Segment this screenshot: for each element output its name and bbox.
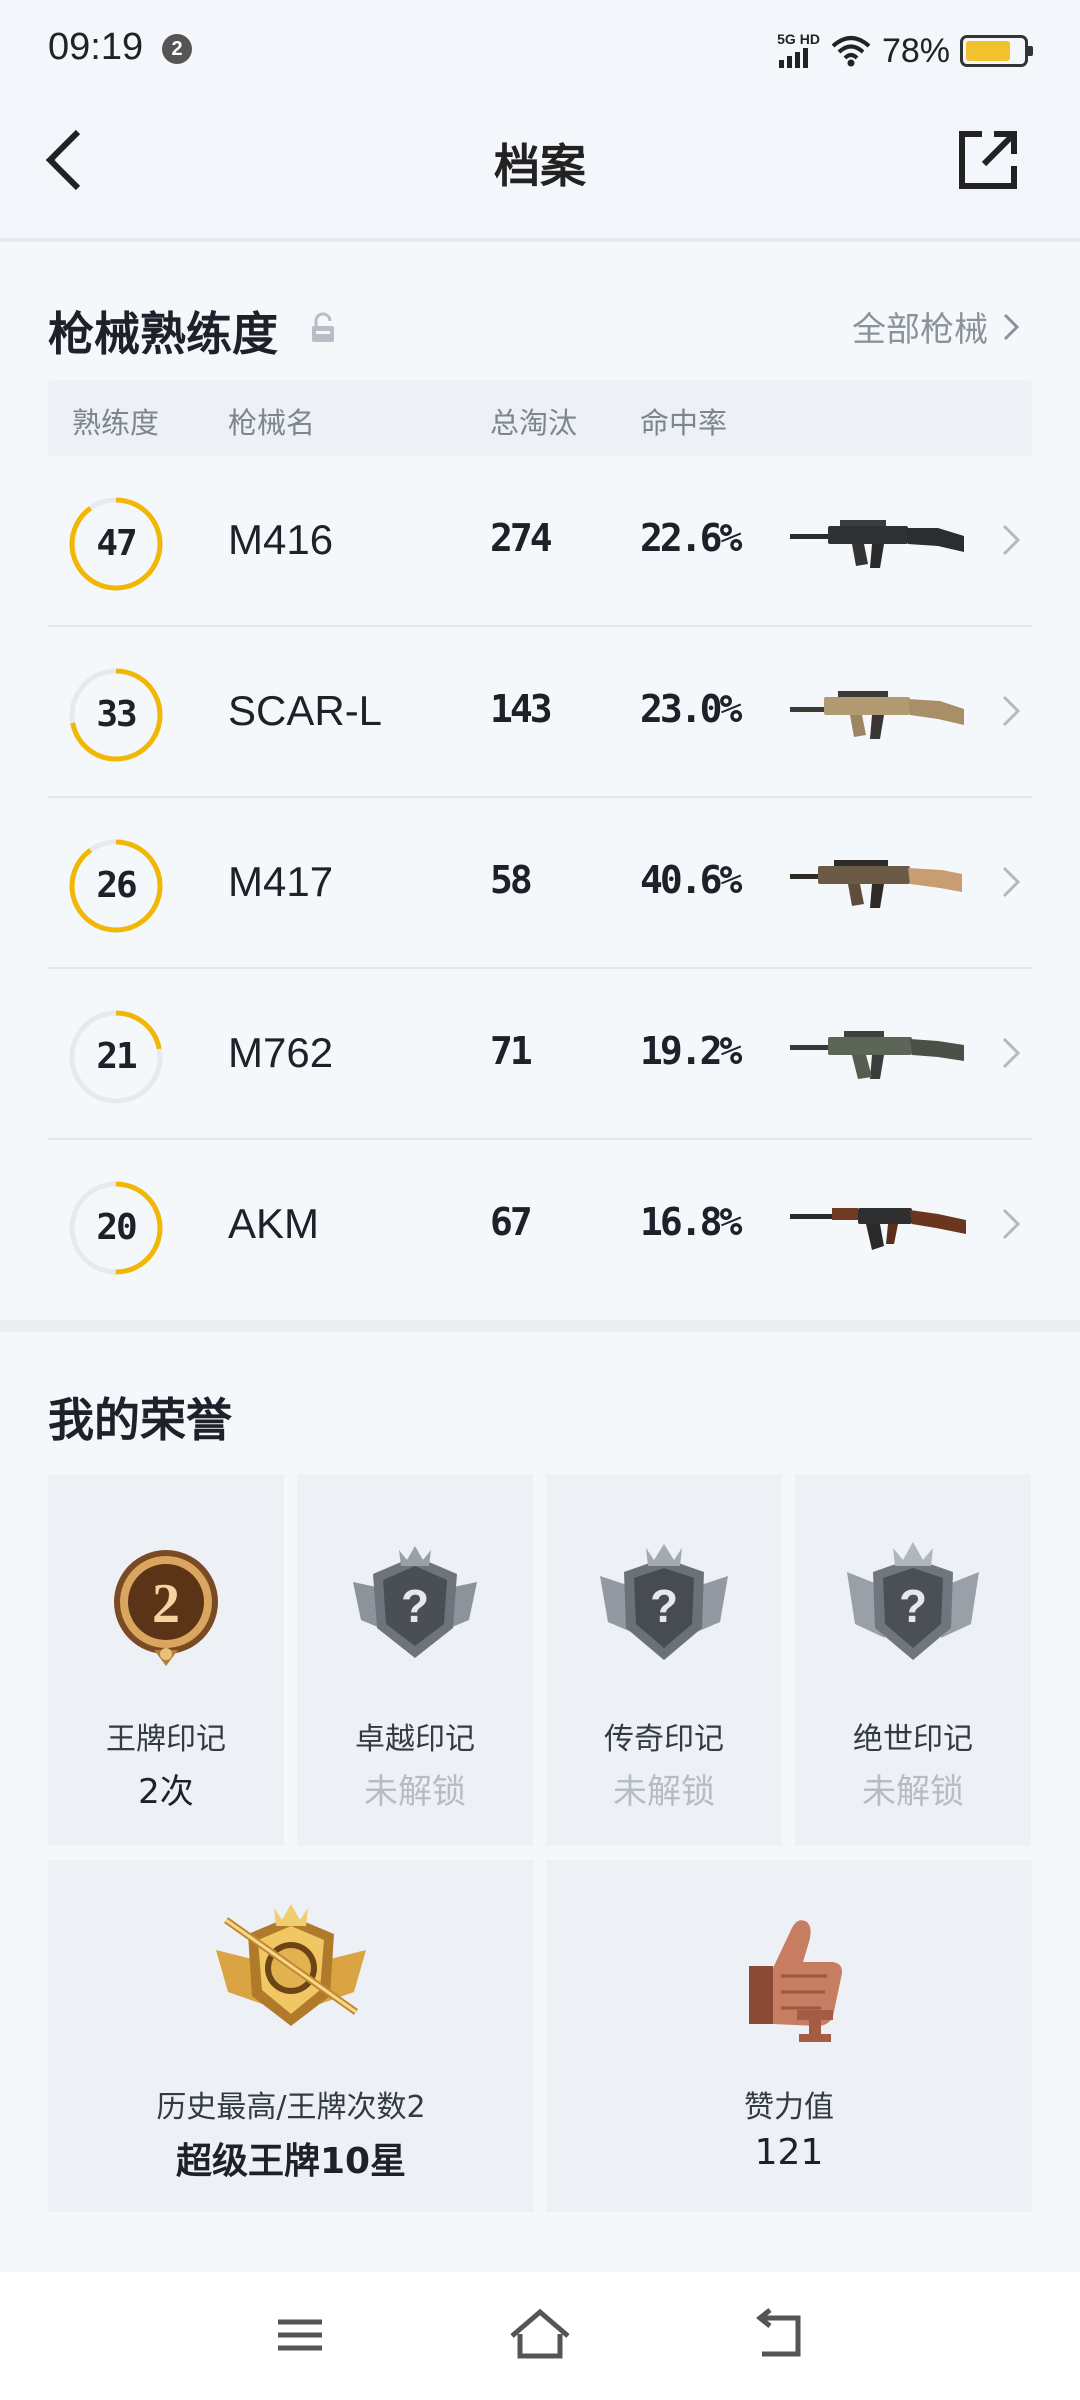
- weapon-table-header: 熟练度 枪械名 总淘汰 命中率: [48, 380, 1032, 456]
- honor-value: 未解锁: [862, 1772, 964, 1812]
- weapon-row-akm[interactable]: 20 AKM 67 16.8%: [48, 1140, 1032, 1311]
- highest-rank-card[interactable]: 历史最高/王牌次数2 超级王牌10星: [48, 1860, 534, 2212]
- scar-l-rifle-icon: [790, 691, 964, 739]
- network-indicator: 5G HD: [777, 32, 820, 70]
- ace-medal-icon: 2: [114, 1550, 218, 1666]
- status-indicators: 5G HD 78%: [777, 26, 1033, 76]
- chevron-right-icon: [1003, 313, 1020, 340]
- m416-rifle-icon: [790, 520, 964, 568]
- rank-emblem-icon: [216, 1904, 366, 2026]
- chevron-right-icon: [1002, 1037, 1021, 1069]
- section-divider: [0, 1320, 1080, 1332]
- weapon-accuracy: 22.6%: [640, 516, 742, 560]
- column-header-name: 枪械名: [228, 406, 316, 440]
- column-header-kills: 总淘汰: [490, 406, 578, 440]
- m417-rifle-icon: [790, 860, 962, 908]
- honor-card-excellence[interactable]: ? 卓越印记 未解锁: [297, 1474, 533, 1846]
- external-link-icon: [959, 131, 1017, 189]
- column-header-level: 熟练度: [72, 406, 160, 440]
- proficiency-level: 47: [96, 523, 137, 564]
- weapon-accuracy: 16.8%: [640, 1200, 742, 1244]
- honors-section-title: 我的荣誉: [48, 1393, 232, 1447]
- all-weapons-link[interactable]: 全部枪械: [852, 302, 1020, 351]
- likes-label: 赞力值: [744, 2090, 834, 2125]
- locked-emblem-icon: ?: [847, 1542, 979, 1660]
- back-nav-button[interactable]: [740, 2300, 820, 2370]
- home-icon: [510, 2308, 570, 2359]
- weapon-kills: 71: [490, 1029, 533, 1073]
- akm-rifle-icon: [790, 1208, 966, 1250]
- chevron-right-icon: [1002, 524, 1021, 556]
- return-icon: [755, 2308, 801, 2357]
- emblem-question-mark: ?: [899, 1580, 927, 1632]
- system-navigation-bar: [0, 2272, 1080, 2400]
- weapon-name: AKM: [228, 1200, 320, 1247]
- locked-emblem-icon: ?: [600, 1544, 728, 1660]
- lock-icon: [312, 312, 334, 342]
- honor-card-peerless[interactable]: ? 绝世印记 未解锁: [795, 1474, 1031, 1846]
- proficiency-level: 33: [96, 694, 137, 735]
- honor-card-legend[interactable]: ? 传奇印记 未解锁: [546, 1474, 782, 1846]
- proficiency-level: 21: [96, 1036, 137, 1077]
- honor-value: 未解锁: [613, 1772, 715, 1812]
- weapon-row-m417[interactable]: 26 M417 58 40.6%: [48, 798, 1032, 969]
- honor-value: 未解锁: [364, 1772, 466, 1812]
- battery-icon: [960, 35, 1033, 67]
- highest-rank-value: 超级王牌10星: [175, 2141, 407, 2182]
- app-header: 档案: [0, 100, 1080, 240]
- weapon-kills: 67: [490, 1200, 533, 1244]
- highest-rank-label: 历史最高/王牌次数2: [156, 2090, 426, 2125]
- weapon-row-m762[interactable]: 21 M762 71 19.2%: [48, 969, 1032, 1140]
- share-button[interactable]: [948, 120, 1028, 200]
- page-title: 档案: [494, 139, 586, 193]
- honors-section: 我的荣誉 2 王牌印记 2次 ? 卓越印记 未解锁 ? 传奇印记 未解锁 ? 绝…: [0, 1332, 1080, 2272]
- honor-value: 2次: [138, 1772, 194, 1812]
- thumbs-up-icon: [749, 1920, 842, 2042]
- honor-card-ace[interactable]: 2 王牌印记 2次: [48, 1474, 284, 1846]
- weapon-row-m416[interactable]: 47 M416 274 22.6%: [48, 456, 1032, 627]
- weapon-name: M416: [228, 516, 334, 563]
- honor-label: 绝世印记: [853, 1722, 973, 1757]
- likes-card[interactable]: 赞力值 121: [546, 1860, 1032, 2212]
- menu-button[interactable]: [260, 2300, 340, 2370]
- weapon-kills: 58: [490, 858, 533, 902]
- ace-medal-number: 2: [152, 1573, 180, 1635]
- honor-label: 卓越印记: [355, 1722, 475, 1757]
- battery-level: [966, 41, 1010, 61]
- proficiency-level: 20: [96, 1207, 137, 1248]
- all-weapons-label: 全部枪械: [852, 310, 988, 350]
- locked-emblem-icon: ?: [353, 1546, 477, 1658]
- weapon-name: M417: [228, 858, 334, 905]
- weapon-proficiency-section: 枪械熟练度 全部枪械 熟练度 枪械名 总淘汰 命中率 47 M416 274 2…: [0, 242, 1080, 1322]
- weapon-name: M762: [228, 1029, 334, 1076]
- proficiency-level: 26: [96, 865, 137, 906]
- status-bar: 09:19 2 5G HD 78%: [0, 0, 1080, 100]
- column-header-accuracy: 命中率: [640, 406, 728, 440]
- honor-label: 王牌印记: [106, 1722, 226, 1757]
- honor-label: 传奇印记: [604, 1722, 724, 1757]
- signal-bars-icon: [779, 48, 809, 68]
- wifi-icon: [831, 36, 871, 67]
- network-type: 5G HD: [777, 31, 820, 47]
- likes-value: 121: [754, 2132, 824, 2173]
- weapon-row-scar-l[interactable]: 33 SCAR-L 143 23.0%: [48, 627, 1032, 798]
- home-button[interactable]: [500, 2300, 580, 2370]
- emblem-question-mark: ?: [650, 1580, 678, 1632]
- weapon-kills: 274: [490, 516, 553, 560]
- weapon-accuracy: 19.2%: [640, 1029, 742, 1073]
- chevron-right-icon: [1002, 1208, 1021, 1240]
- weapon-accuracy: 40.6%: [640, 858, 742, 902]
- notification-count-badge: 2: [162, 34, 192, 64]
- weapon-section-title: 枪械熟练度: [48, 307, 278, 361]
- menu-icon: [278, 2319, 322, 2351]
- status-time: 09:19: [48, 26, 144, 68]
- chevron-right-icon: [1002, 866, 1021, 898]
- battery-percent: 78%: [881, 31, 950, 70]
- weapon-name: SCAR-L: [228, 687, 383, 734]
- weapon-accuracy: 23.0%: [640, 687, 742, 731]
- emblem-question-mark: ?: [401, 1580, 429, 1632]
- chevron-right-icon: [1002, 695, 1021, 727]
- weapon-kills: 143: [490, 687, 553, 731]
- m762-rifle-icon: [790, 1031, 964, 1079]
